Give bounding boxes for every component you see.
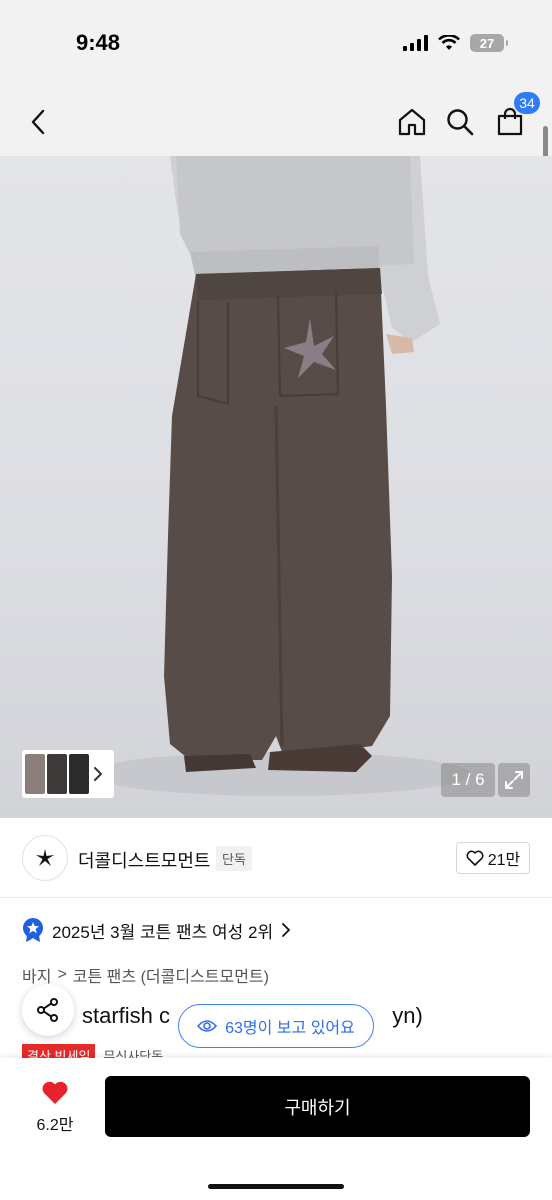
product-like-count: 6.2만 bbox=[36, 1117, 74, 1134]
share-icon bbox=[37, 998, 58, 1022]
thumbnail-1[interactable] bbox=[25, 754, 45, 794]
heart-outline-icon bbox=[466, 850, 484, 866]
brand-like-count: 21만 bbox=[487, 852, 521, 869]
product-title-tail: yn) bbox=[392, 1003, 423, 1028]
home-icon bbox=[398, 108, 426, 136]
chevron-left-icon bbox=[31, 109, 45, 135]
expand-image-button[interactable] bbox=[498, 763, 530, 797]
starfish-logo-icon bbox=[36, 849, 54, 866]
status-time: 9:48 bbox=[76, 30, 121, 55]
search-button[interactable] bbox=[440, 102, 480, 142]
brand-row[interactable]: 더콜디스트모먼트 단독 21만 bbox=[0, 818, 552, 898]
ranking-row[interactable]: 2025년 3월 코튼 팬츠 여성 2위 bbox=[22, 917, 291, 943]
chevron-right-icon bbox=[282, 923, 291, 937]
battery-icon: 27 bbox=[470, 34, 508, 52]
thumbnail-3[interactable] bbox=[69, 754, 89, 794]
cart-button[interactable]: 34 bbox=[490, 92, 540, 142]
breadcrumb-subcategory[interactable]: 코튼 팬츠 (더콜디스트모먼트) bbox=[73, 963, 269, 987]
status-icons: 27 bbox=[403, 34, 508, 52]
viewers-text: 63명이 보고 있어요 bbox=[225, 1020, 355, 1037]
status-bar: 9:48 27 bbox=[0, 0, 552, 90]
brand-like-button[interactable]: 21만 bbox=[456, 842, 530, 874]
home-button[interactable] bbox=[392, 102, 432, 142]
thumbnail-strip[interactable] bbox=[22, 750, 114, 798]
chevron-right-icon[interactable] bbox=[91, 764, 105, 784]
product-title-visible: starfish c bbox=[82, 1003, 171, 1028]
top-nav-bar: 34 bbox=[0, 90, 552, 156]
buy-button[interactable]: 구매하기 bbox=[105, 1076, 530, 1137]
bottom-action-bar: 6.2만 구매하기 bbox=[0, 1058, 552, 1200]
heart-filled-icon bbox=[42, 1081, 68, 1104]
breadcrumb: 바지 > 코튼 팬츠 (더콜디스트모먼트) bbox=[22, 963, 269, 987]
search-icon bbox=[447, 109, 474, 136]
pants-photo bbox=[90, 156, 470, 796]
ranking-badge-icon bbox=[22, 917, 44, 943]
ranking-text[interactable]: 2025년 3월 코튼 팬츠 여성 2위 bbox=[52, 918, 273, 943]
product-like-button[interactable]: 6.2만 bbox=[24, 1080, 86, 1135]
brand-name[interactable]: 더콜디스트모먼트 bbox=[78, 847, 210, 873]
cart-count-badge: 34 bbox=[514, 92, 540, 114]
share-button[interactable] bbox=[22, 984, 74, 1036]
thumbnail-2[interactable] bbox=[47, 754, 67, 794]
home-indicator[interactable] bbox=[208, 1184, 344, 1189]
wifi-icon bbox=[438, 35, 460, 50]
product-image[interactable] bbox=[0, 156, 552, 818]
exclusive-tag: 단독 bbox=[216, 846, 252, 871]
breadcrumb-separator: > bbox=[57, 966, 67, 983]
back-button[interactable] bbox=[18, 102, 58, 142]
viewers-notice: 63명이 보고 있어요 bbox=[178, 1004, 374, 1048]
signal-icon bbox=[403, 35, 428, 51]
brand-logo[interactable] bbox=[22, 835, 68, 881]
expand-icon bbox=[505, 771, 523, 789]
image-counter: 1 / 6 bbox=[441, 763, 495, 797]
eye-icon bbox=[197, 1020, 218, 1032]
